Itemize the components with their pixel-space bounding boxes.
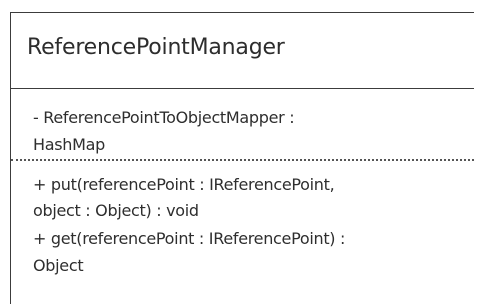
uml-class-box: ReferencePointManager - ReferencePointTo…: [10, 12, 474, 304]
operation-line-1: + put(referencePoint : IReferencePoint,: [33, 175, 335, 194]
compartment-divider: [11, 159, 474, 161]
class-name-compartment: ReferencePointManager: [11, 13, 474, 89]
operation-line-3: + get(referencePoint : IReferencePoint) …: [33, 229, 346, 248]
operation-line-2: object : Object) : void: [33, 201, 199, 220]
attribute-line-2: HashMap: [33, 135, 105, 154]
class-name: ReferencePointManager: [27, 35, 285, 60]
attribute-line-1: - ReferencePointToObjectMapper :: [33, 108, 295, 127]
operation-line-4: Object: [33, 256, 84, 275]
